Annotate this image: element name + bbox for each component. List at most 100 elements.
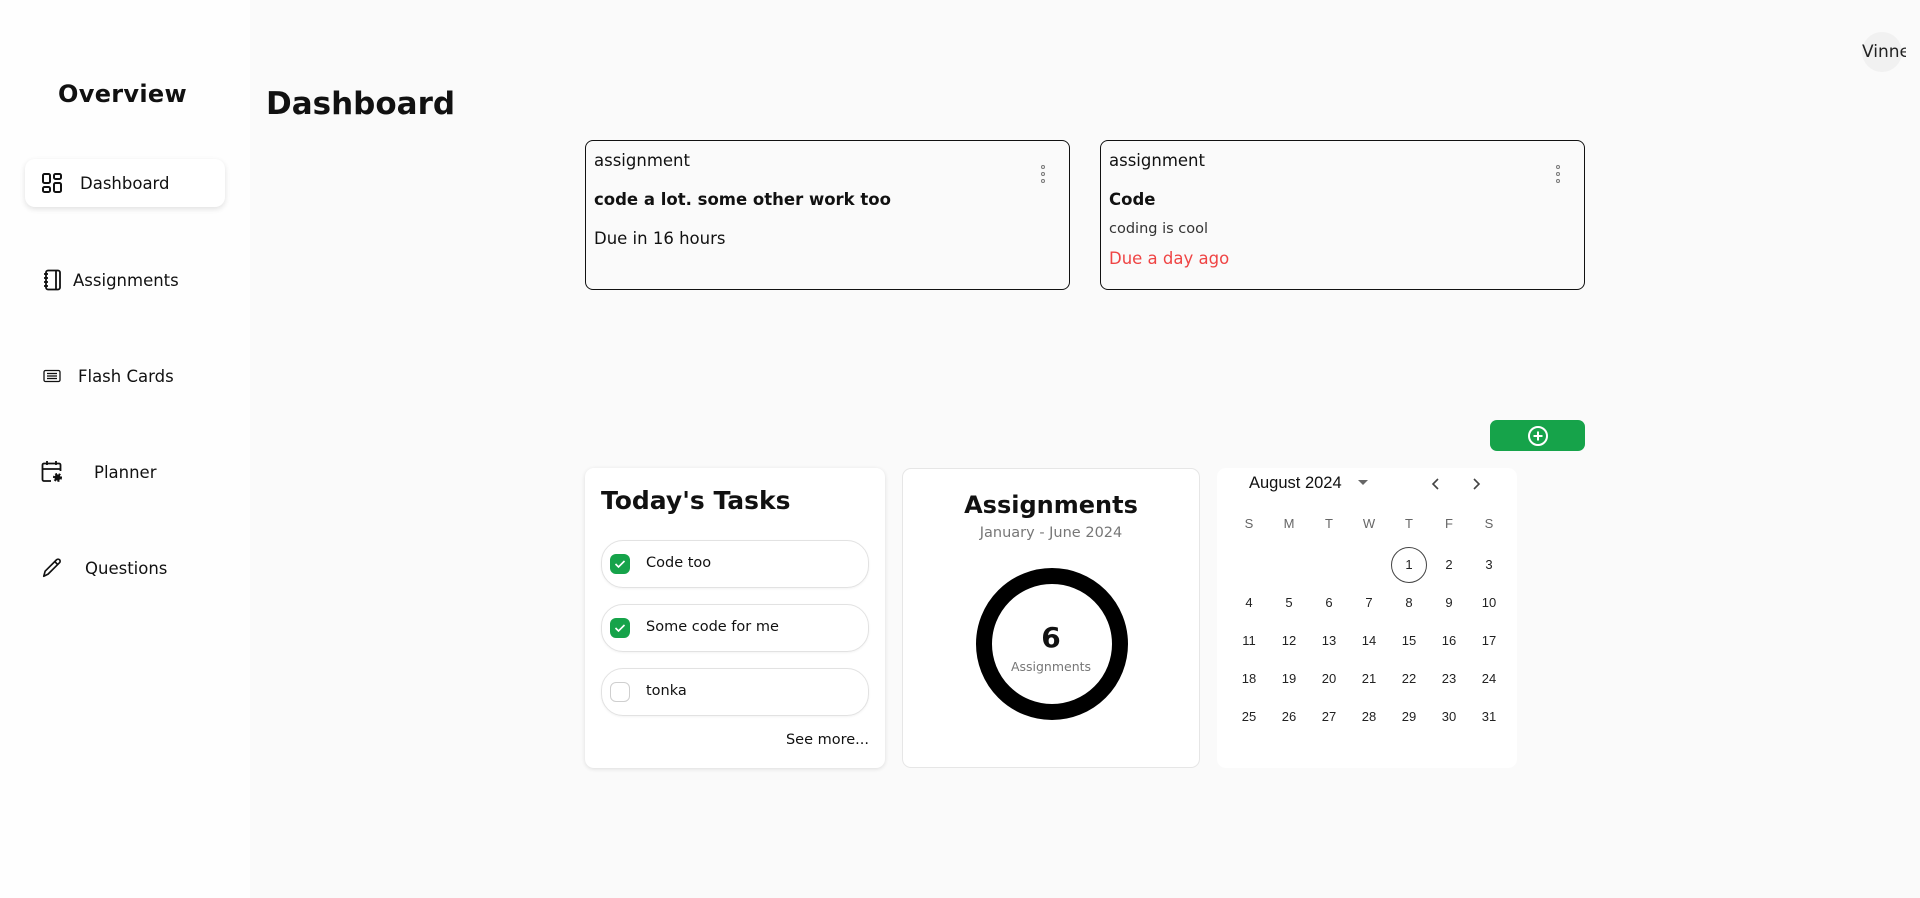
calendar-week-row: 123 bbox=[1229, 546, 1509, 584]
calendar-day[interactable]: 13 bbox=[1309, 623, 1349, 659]
calendar-day[interactable]: 10 bbox=[1469, 585, 1509, 621]
stats-subtitle: January - June 2024 bbox=[979, 525, 1123, 541]
weekday-label: T bbox=[1405, 516, 1413, 531]
todays-tasks-panel: Today's Tasks Code too Some code for me … bbox=[585, 468, 885, 768]
calendar-day[interactable]: 5 bbox=[1269, 585, 1309, 621]
calendar-day[interactable]: 27 bbox=[1309, 699, 1349, 735]
calendar-week-row: 18 19 20 21 22 23 24 bbox=[1229, 660, 1509, 698]
sidebar-item-label: Dashboard bbox=[80, 173, 170, 193]
user-name[interactable]: Vinne bbox=[1862, 42, 1906, 62]
calendar-day[interactable]: 23 bbox=[1429, 661, 1469, 697]
see-more-link[interactable]: See more... bbox=[786, 732, 869, 748]
sidebar-title: Overview bbox=[58, 80, 187, 108]
calendar-day[interactable]: 9 bbox=[1429, 585, 1469, 621]
calendar-day[interactable]: 26 bbox=[1269, 699, 1309, 735]
assignment-due: Due in 16 hours bbox=[594, 229, 726, 248]
calendar-day[interactable]: 15 bbox=[1389, 623, 1429, 659]
calendar-day[interactable]: 11 bbox=[1229, 623, 1269, 659]
more-options-icon[interactable] bbox=[1039, 165, 1047, 183]
assignments-stats-panel: Assignments January - June 2024 6 Assign… bbox=[902, 468, 1200, 768]
calendar-day[interactable]: 20 bbox=[1309, 661, 1349, 697]
calendar-day[interactable]: 3 bbox=[1469, 547, 1509, 583]
assignment-card[interactable]: assignment code a lot. some other work t… bbox=[585, 140, 1070, 290]
stats-title: Assignments bbox=[964, 491, 1138, 519]
pencil-icon bbox=[41, 557, 63, 579]
task-checkbox-unchecked[interactable] bbox=[610, 682, 630, 702]
calendar-day[interactable]: 28 bbox=[1349, 699, 1389, 735]
list-card-icon bbox=[41, 365, 63, 387]
calendar-day[interactable]: 21 bbox=[1349, 661, 1389, 697]
calendar-day[interactable]: 12 bbox=[1269, 623, 1309, 659]
task-label: tonka bbox=[646, 683, 687, 699]
sidebar-item-dashboard[interactable]: Dashboard bbox=[25, 159, 225, 207]
weekday-label: S bbox=[1484, 516, 1494, 531]
next-month-button[interactable] bbox=[1464, 472, 1488, 496]
chevron-left-icon bbox=[1431, 478, 1439, 490]
chevron-right-icon bbox=[1473, 478, 1481, 490]
calendar-panel: August 2024 SMTWTFS 1 2 3 4 5 6 7 8 9 10 11 12 13 14 1… bbox=[1217, 468, 1517, 768]
sidebar-item-questions[interactable]: Questions bbox=[25, 544, 225, 592]
sidebar-item-label: Assignments bbox=[73, 270, 179, 290]
task-label: Code too bbox=[646, 555, 712, 571]
task-checkbox-checked[interactable] bbox=[610, 554, 630, 574]
calendar-day[interactable]: 8 bbox=[1389, 585, 1429, 621]
weekday-label: T bbox=[1325, 516, 1333, 531]
task-checkbox-checked[interactable] bbox=[610, 618, 630, 638]
caret-down-icon[interactable] bbox=[1358, 480, 1368, 485]
weekday-label: M bbox=[1283, 516, 1295, 531]
calendar-day[interactable]: 7 bbox=[1349, 585, 1389, 621]
calendar-day[interactable]: 19 bbox=[1269, 661, 1309, 697]
calendar-day[interactable]: 18 bbox=[1229, 661, 1269, 697]
page-title: Dashboard bbox=[266, 86, 456, 122]
calendar-day[interactable]: 30 bbox=[1429, 699, 1469, 735]
check-icon bbox=[614, 560, 626, 569]
calendar-day-empty bbox=[1309, 547, 1349, 583]
calendar-day[interactable]: 29 bbox=[1389, 699, 1429, 735]
calendar-week-row: 11 12 13 14 15 16 17 bbox=[1229, 622, 1509, 660]
calendar-month-label[interactable]: August 2024 bbox=[1249, 474, 1342, 493]
calendar-day[interactable]: 6 bbox=[1309, 585, 1349, 621]
calendar-day[interactable]: 24 bbox=[1469, 661, 1509, 697]
previous-month-button[interactable] bbox=[1424, 472, 1448, 496]
calendar-day-empty bbox=[1269, 547, 1309, 583]
assignment-description: coding is cool bbox=[1109, 221, 1209, 237]
assignment-title: Code bbox=[1109, 190, 1156, 209]
calendar-day[interactable]: 31 bbox=[1469, 699, 1509, 735]
check-icon bbox=[614, 624, 626, 633]
calendar-day[interactable]: 16 bbox=[1429, 623, 1469, 659]
calendar-day[interactable]: 2 bbox=[1429, 547, 1469, 583]
task-item[interactable]: tonka bbox=[601, 668, 869, 716]
calendar-day[interactable]: 17 bbox=[1469, 623, 1509, 659]
add-button[interactable] bbox=[1490, 420, 1585, 451]
calendar-day-empty bbox=[1229, 547, 1269, 583]
sidebar-item-assignments[interactable]: Assignments bbox=[25, 256, 225, 304]
sidebar: Overview Dashboard Assignments Flash Car… bbox=[0, 0, 250, 898]
task-label: Some code for me bbox=[646, 619, 779, 635]
assignment-title: code a lot. some other work too bbox=[594, 190, 891, 209]
assignment-card[interactable]: assignment Code coding is cool Due a day… bbox=[1100, 140, 1585, 290]
calendar-day[interactable]: 4 bbox=[1229, 585, 1269, 621]
tasks-title: Today's Tasks bbox=[601, 486, 791, 515]
calendar-day[interactable]: 14 bbox=[1349, 623, 1389, 659]
calendar-grid: SMTWTFS 1 2 3 4 5 6 7 8 9 10 11 12 13 14 15 16 17 18 19 20 2… bbox=[1229, 514, 1509, 736]
assignment-count: 6 bbox=[1041, 621, 1061, 654]
sidebar-item-label: Questions bbox=[85, 558, 168, 578]
calendar-week-row: 4 5 6 7 8 9 10 bbox=[1229, 584, 1509, 622]
calendar-day-empty bbox=[1349, 547, 1389, 583]
task-item[interactable]: Some code for me bbox=[601, 604, 869, 652]
calendar-week-row: 25 26 27 28 29 30 31 bbox=[1229, 698, 1509, 736]
notebook-icon bbox=[41, 269, 63, 291]
dashboard-grid-icon bbox=[41, 172, 63, 194]
calendar-day-selected[interactable]: 1 bbox=[1389, 547, 1429, 583]
weekday-label: W bbox=[1362, 516, 1376, 531]
calendar-day[interactable]: 25 bbox=[1229, 699, 1269, 735]
weekday-header: SMTWTFS bbox=[1229, 514, 1509, 534]
sidebar-item-planner[interactable]: Planner bbox=[25, 448, 225, 496]
weekday-label: F bbox=[1445, 516, 1453, 531]
task-item[interactable]: Code too bbox=[601, 540, 869, 588]
calendar-day[interactable]: 22 bbox=[1389, 661, 1429, 697]
sidebar-item-flash-cards[interactable]: Flash Cards bbox=[25, 352, 225, 400]
calendar-gear-icon bbox=[41, 461, 63, 483]
more-options-icon[interactable] bbox=[1554, 165, 1562, 183]
assignment-type: assignment bbox=[1109, 151, 1205, 170]
